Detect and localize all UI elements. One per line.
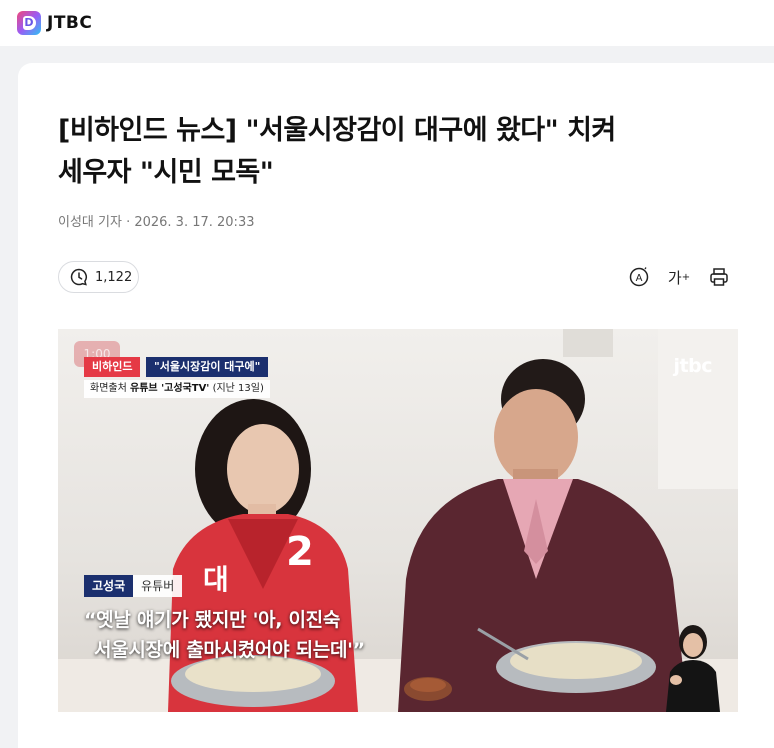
article-video-thumbnail[interactable]: 2 대 1:00 비하인드 "서울시장감이 대구에" 화면출처 유튜브 '고성국… — [58, 329, 738, 712]
speaker-role: 유튜버 — [133, 575, 183, 597]
segment-title: "서울시장감이 대구에" — [146, 357, 269, 377]
comment-count: 1,122 — [95, 269, 133, 285]
jtbc-watermark: jtbc — [673, 355, 713, 377]
video-subtitle: “옛날 얘기가 됐지만 '아, 이진숙 서울시장에 출마시켰어야 되는데'” — [84, 609, 365, 661]
print-icon[interactable] — [708, 266, 730, 288]
video-source: 화면출처 유튜브 '고성국TV' (지난 13일) — [84, 380, 270, 398]
comment-button[interactable]: 1,122 — [58, 261, 139, 293]
jacket-text: 대 — [203, 563, 229, 596]
segment-tag: 비하인드 — [84, 357, 141, 377]
article-byline: 이성대 기자 · 2026. 3. 17. 20:33 — [58, 215, 255, 230]
comment-icon — [70, 268, 87, 286]
speaker-name: 고성국 — [84, 575, 134, 597]
speaker-caption: 고성국 유튜버 — [84, 575, 183, 597]
article-title: [비하인드 뉴스] "서울시장감이 대구에 왔다" 치켜 세우자 "시민 모독" — [58, 115, 616, 188]
font-size-icon[interactable]: 가 + — [668, 266, 690, 288]
jtbc-logo-icon[interactable]: D — [17, 11, 41, 35]
svg-text:A: A — [636, 273, 643, 284]
summary-icon[interactable]: A — [628, 266, 650, 288]
sign-language-interpreter — [666, 625, 720, 712]
jacket-number: 2 — [286, 529, 314, 575]
top-bar: D JTBC — [0, 0, 774, 46]
brand-name[interactable]: JTBC — [47, 13, 92, 33]
article-tools: A 가 + — [628, 266, 730, 288]
